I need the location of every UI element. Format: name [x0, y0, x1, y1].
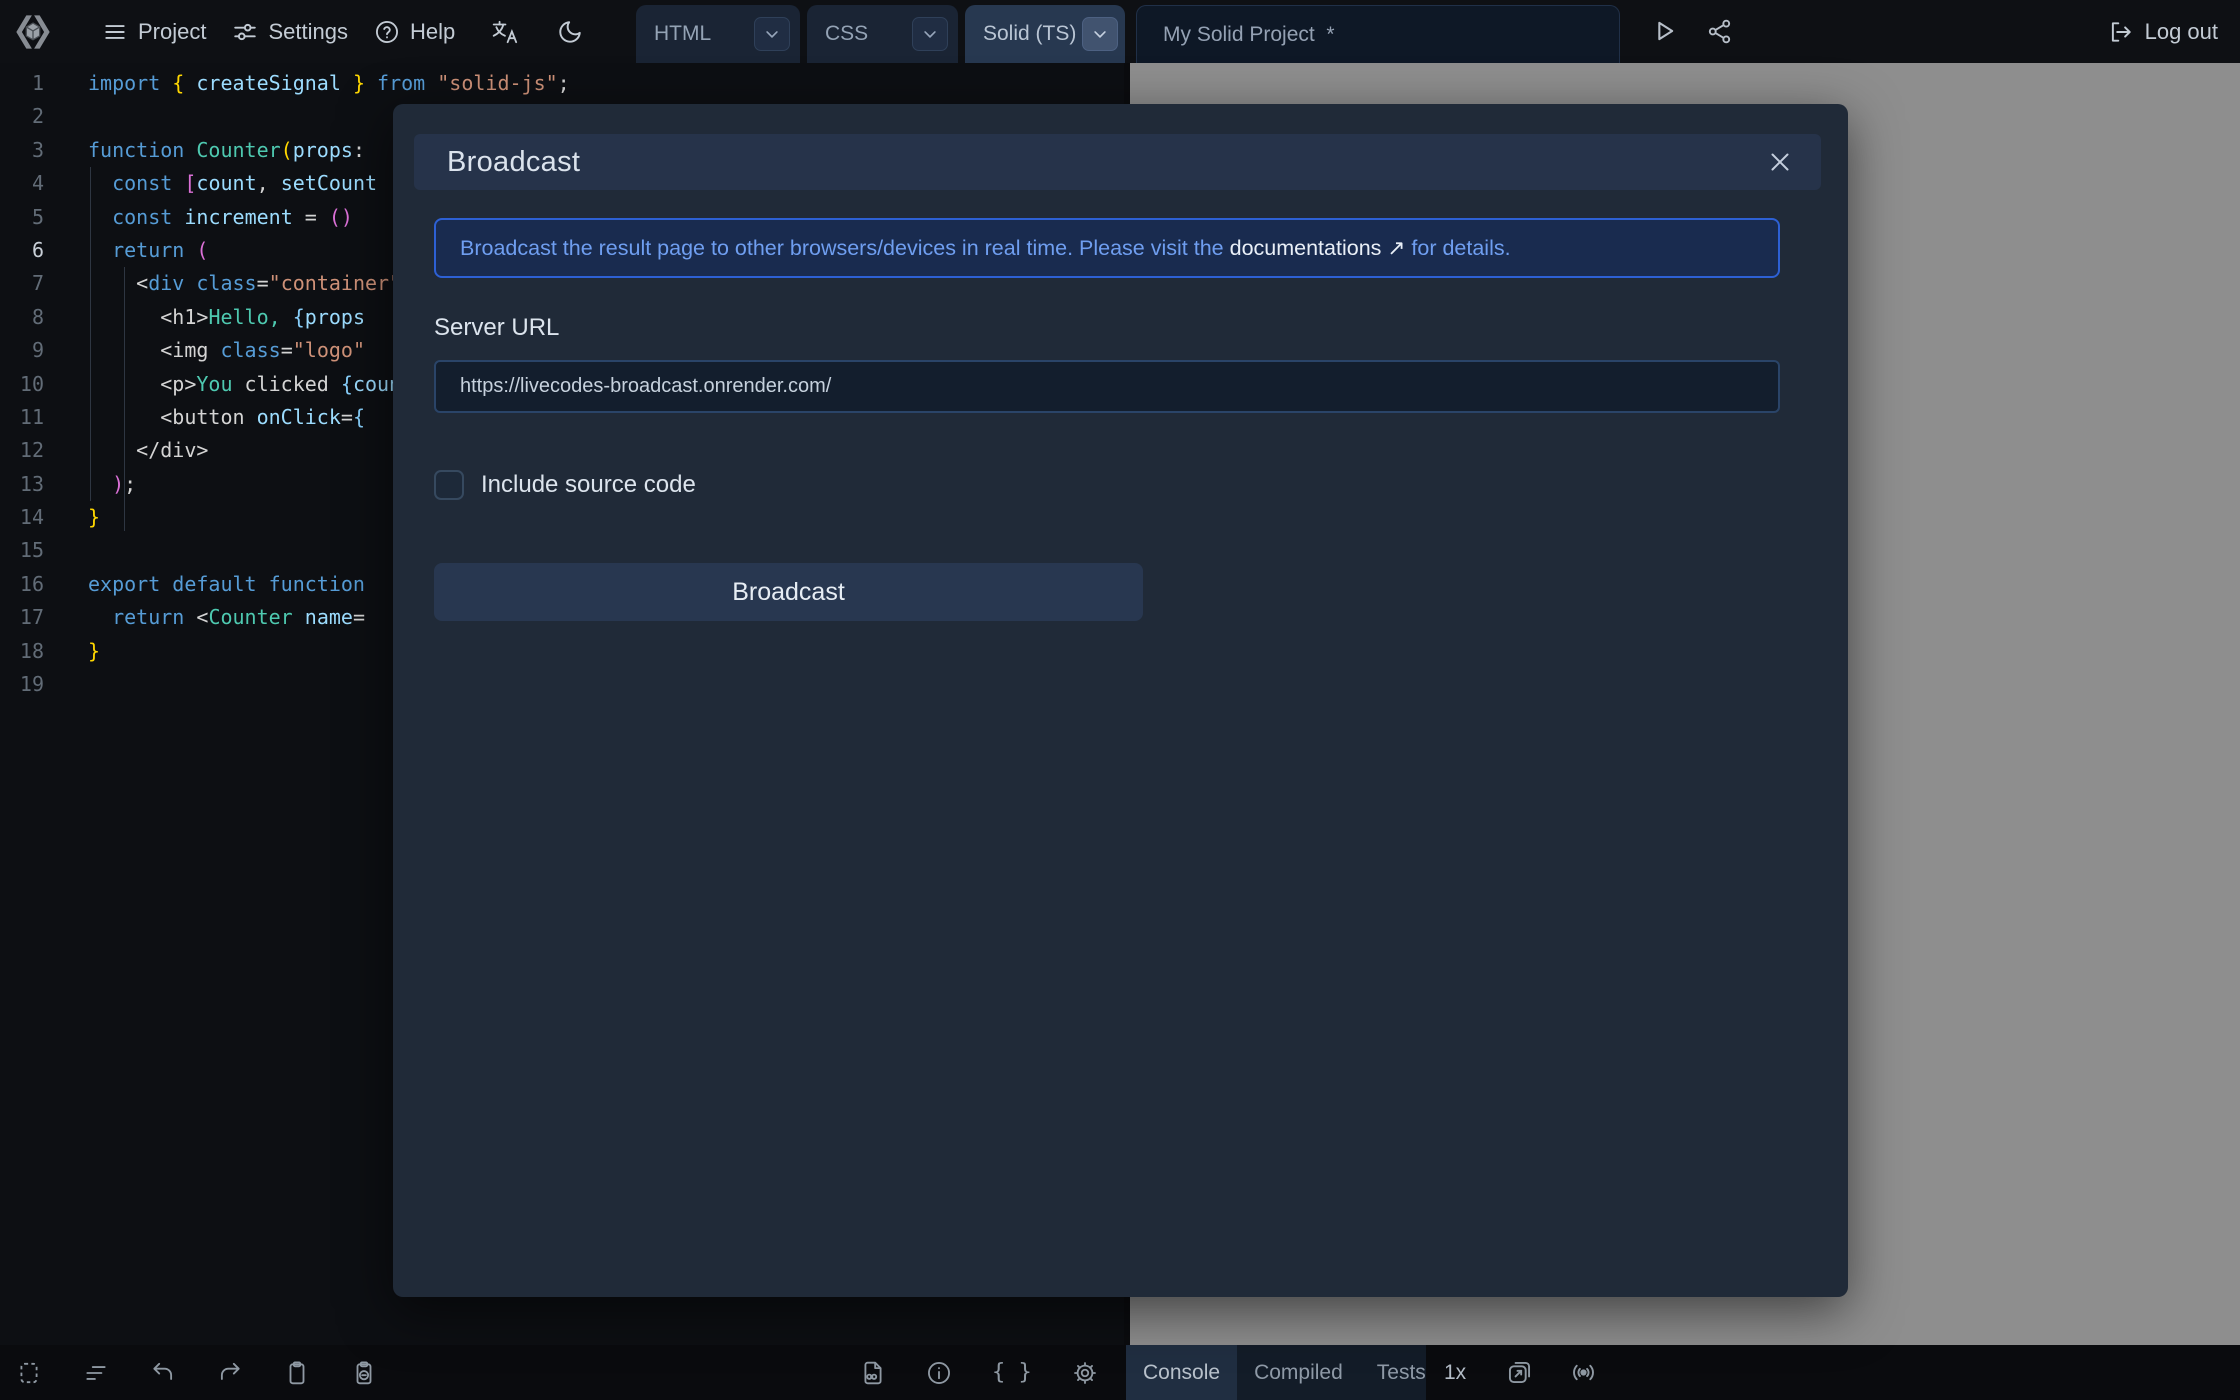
logout-label: Log out	[2144, 18, 2218, 44]
focus-editor-icon[interactable]	[16, 1360, 42, 1386]
chevron-down-icon[interactable]	[1082, 17, 1118, 51]
server-url-input[interactable]	[434, 360, 1780, 413]
open-window-icon[interactable]	[1506, 1359, 1533, 1386]
result-zoom-control[interactable]: 1x	[1444, 1345, 1466, 1400]
broadcast-modal: Broadcast Broadcast the result page to o…	[393, 104, 1848, 1297]
tab-console[interactable]: Console	[1126, 1345, 1238, 1400]
top-toolbar: Project Settings Help HTML CSS Solid (TS…	[0, 0, 2240, 63]
logout-button[interactable]: Log out	[2108, 0, 2218, 63]
sliders-icon	[232, 19, 258, 45]
tools-panel: Console Compiled Tests	[1126, 1345, 1426, 1400]
livecodes-logo-icon[interactable]	[10, 12, 56, 52]
editor-settings-icon[interactable]	[1072, 1360, 1098, 1386]
tab-html-label: HTML	[654, 22, 712, 45]
settings-menu-label: Settings	[268, 18, 348, 44]
custom-config-icon[interactable]: { }	[992, 1360, 1032, 1386]
project-menu[interactable]: Project	[102, 19, 206, 45]
external-resources-icon[interactable]	[860, 1360, 886, 1386]
share-icon[interactable]	[1706, 18, 1733, 45]
hamburger-icon	[102, 19, 128, 45]
tab-solid-ts[interactable]: Solid (TS)	[965, 5, 1125, 63]
chevron-down-icon[interactable]	[754, 17, 790, 51]
modal-body: Broadcast the result page to other brows…	[434, 218, 1780, 621]
include-source-label: Include source code	[481, 471, 696, 498]
status-bar: { } Console Compiled Tests 1x	[0, 1345, 2240, 1400]
include-source-row: Include source code	[434, 470, 1780, 500]
tab-compiled[interactable]: Compiled	[1237, 1345, 1360, 1400]
indent-guide	[124, 267, 125, 531]
include-source-checkbox[interactable]	[434, 470, 464, 500]
documentations-link-label: documentations	[1229, 235, 1382, 260]
info-text: Broadcast the result page to other brows…	[460, 235, 1230, 260]
tab-solid-ts-label: Solid (TS)	[983, 22, 1077, 45]
run-icon[interactable]	[1650, 17, 1678, 45]
modal-header: Broadcast	[414, 134, 1821, 190]
indent-guide	[90, 167, 91, 501]
external-link-icon: ↗	[1387, 235, 1406, 260]
server-url-label: Server URL	[434, 314, 560, 341]
help-menu-label: Help	[409, 18, 456, 44]
close-icon[interactable]	[1765, 147, 1795, 177]
help-menu[interactable]: Help	[374, 19, 455, 45]
tab-tests[interactable]: Tests	[1360, 1345, 1426, 1400]
copy-icon[interactable]	[284, 1360, 310, 1386]
broadcast-info-message: Broadcast the result page to other brows…	[434, 218, 1780, 278]
info-text: for details.	[1405, 235, 1511, 260]
project-menu-label: Project	[138, 18, 207, 44]
settings-menu[interactable]: Settings	[232, 19, 348, 45]
undo-icon[interactable]	[150, 1360, 176, 1386]
project-title-input[interactable]	[1136, 5, 1620, 63]
broadcast-submit-button[interactable]: Broadcast	[434, 563, 1143, 621]
paste-icon[interactable]	[351, 1360, 377, 1386]
logout-icon	[2108, 19, 2134, 45]
editor-tabs: HTML CSS Solid (TS)	[636, 5, 1125, 63]
tab-css[interactable]: CSS	[807, 5, 958, 63]
help-icon	[374, 19, 400, 45]
broadcast-icon[interactable]	[1570, 1359, 1597, 1386]
tab-css-label: CSS	[825, 22, 869, 45]
tab-html[interactable]: HTML	[636, 5, 800, 63]
format-code-icon[interactable]	[83, 1360, 109, 1386]
modal-title: Broadcast	[447, 145, 581, 178]
chevron-down-icon[interactable]	[912, 17, 948, 51]
redo-icon[interactable]	[217, 1360, 243, 1386]
translate-icon[interactable]	[491, 19, 521, 45]
documentations-link[interactable]: documentations ↗	[1230, 236, 1406, 261]
info-icon[interactable]	[926, 1360, 952, 1386]
dark-mode-icon[interactable]	[557, 19, 583, 45]
